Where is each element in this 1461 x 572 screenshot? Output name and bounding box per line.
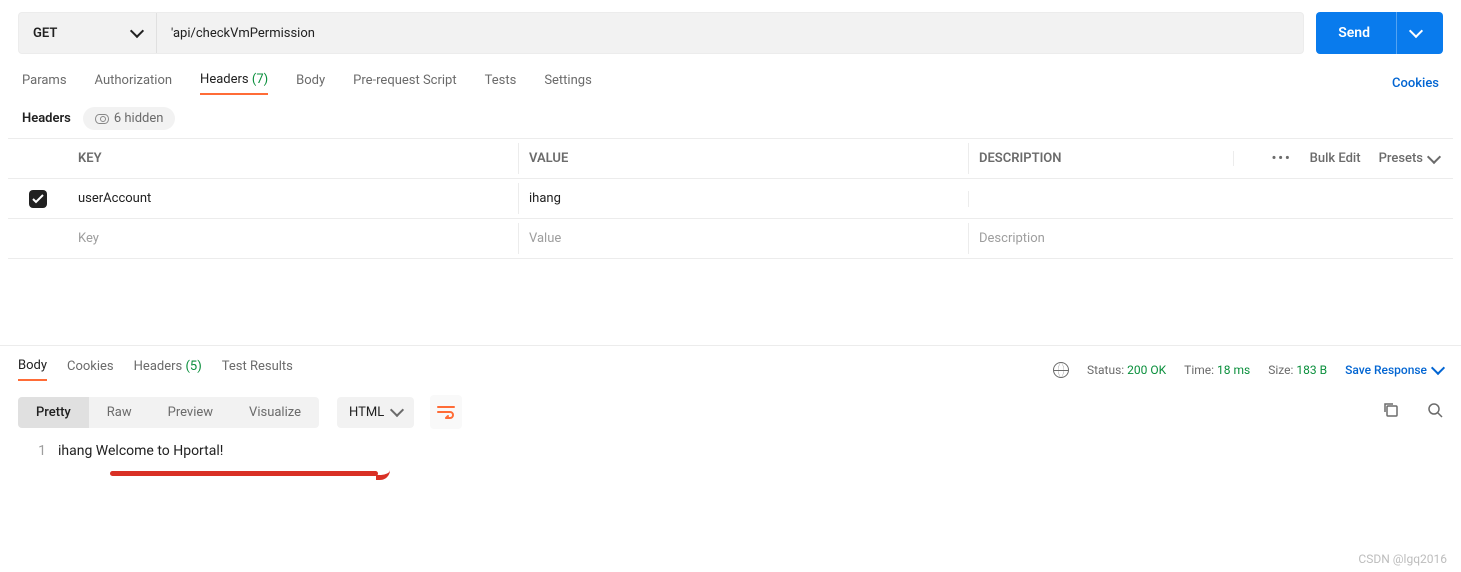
- response-tabs: Body Cookies Headers (5) Test Results St…: [18, 358, 1443, 381]
- size-block: Size: 183 B: [1268, 363, 1327, 377]
- wrap-lines-button[interactable]: [430, 395, 462, 429]
- hidden-headers-toggle[interactable]: 6 hidden: [83, 107, 176, 130]
- view-raw[interactable]: Raw: [89, 397, 150, 428]
- time-label: Time:: [1184, 363, 1214, 377]
- header-key-input[interactable]: userAccount: [68, 183, 518, 214]
- response-body: 1 ihang Welcome to Hportal!: [18, 443, 1443, 459]
- col-value: VALUE: [518, 143, 968, 174]
- presets-label: Presets: [1379, 151, 1423, 166]
- tab-authorization[interactable]: Authorization: [95, 73, 173, 94]
- line-number: 1: [18, 443, 58, 459]
- table-row: userAccount ihang: [8, 179, 1453, 219]
- tab-tests[interactable]: Tests: [485, 73, 517, 94]
- status-block: Status: 200 OK: [1087, 363, 1166, 377]
- url-text: 'api/checkVmPermission: [171, 26, 315, 41]
- size-value: 183 B: [1296, 363, 1327, 377]
- send-label: Send: [1338, 25, 1370, 41]
- method-label: GET: [33, 26, 57, 41]
- save-response-dropdown[interactable]: Save Response: [1345, 363, 1443, 377]
- resp-tab-cookies[interactable]: Cookies: [67, 359, 114, 380]
- send-button[interactable]: Send: [1316, 12, 1443, 54]
- request-tabs: Params Authorization Headers (7) Body Pr…: [22, 72, 1439, 95]
- col-key: KEY: [68, 143, 518, 174]
- annotation-underline: [110, 471, 378, 476]
- response-meta: Status: 200 OK Time: 18 ms Size: 183 B S…: [1053, 362, 1443, 378]
- chevron-down-icon: [390, 403, 404, 417]
- header-key-input[interactable]: Key: [68, 223, 518, 254]
- tab-headers-label: Headers: [200, 72, 249, 87]
- tab-headers[interactable]: Headers (7): [200, 72, 268, 95]
- more-icon[interactable]: •••: [1272, 151, 1292, 166]
- col-description: DESCRIPTION: [968, 143, 1233, 174]
- copy-icon[interactable]: [1383, 402, 1399, 422]
- resp-tab-body[interactable]: Body: [18, 358, 47, 381]
- tab-prerequest[interactable]: Pre-request Script: [353, 73, 456, 94]
- globe-icon[interactable]: [1053, 362, 1069, 378]
- send-caret[interactable]: [1396, 12, 1421, 54]
- status-label: Status:: [1087, 363, 1124, 377]
- tab-settings[interactable]: Settings: [544, 73, 591, 94]
- chevron-down-icon: [1409, 24, 1423, 38]
- format-select[interactable]: HTML: [337, 397, 414, 428]
- resp-tab-testresults[interactable]: Test Results: [222, 359, 293, 380]
- cookies-link[interactable]: Cookies: [1392, 76, 1439, 91]
- view-visualize[interactable]: Visualize: [231, 397, 319, 428]
- response-body-text[interactable]: ihang Welcome to Hportal!: [58, 443, 1443, 459]
- resp-tab-headers[interactable]: Headers (5): [134, 359, 202, 380]
- presets-dropdown[interactable]: Presets: [1379, 151, 1439, 166]
- headers-subbar: Headers 6 hidden: [22, 107, 1439, 130]
- chevron-down-icon: [1431, 360, 1445, 374]
- header-desc-input[interactable]: Description: [968, 223, 1233, 254]
- bulk-edit-link[interactable]: Bulk Edit: [1310, 151, 1361, 166]
- format-label: HTML: [349, 405, 384, 420]
- header-value-input[interactable]: Value: [518, 223, 968, 254]
- check-icon: [32, 194, 44, 204]
- url-input[interactable]: 'api/checkVmPermission: [157, 13, 1303, 53]
- hidden-count: 6 hidden: [114, 111, 164, 126]
- wrap-icon: [437, 405, 455, 419]
- tab-headers-count: (7): [252, 72, 268, 87]
- search-icon[interactable]: [1427, 402, 1443, 422]
- tab-body[interactable]: Body: [296, 73, 325, 94]
- header-desc-input[interactable]: [968, 191, 1233, 207]
- time-block: Time: 18 ms: [1184, 363, 1250, 377]
- row-checkbox[interactable]: [29, 190, 47, 208]
- status-value: 200 OK: [1127, 363, 1166, 377]
- chevron-down-icon: [1427, 149, 1441, 163]
- headers-table: KEY VALUE DESCRIPTION ••• Bulk Edit Pres…: [8, 138, 1453, 259]
- eye-icon: [95, 114, 109, 124]
- resp-tab-headers-count: (5): [185, 359, 201, 374]
- headers-table-head: KEY VALUE DESCRIPTION ••• Bulk Edit Pres…: [8, 139, 1453, 179]
- table-row-new: Key Value Description: [8, 219, 1453, 259]
- size-label: Size:: [1268, 363, 1293, 377]
- view-mode-segment: Pretty Raw Preview Visualize: [18, 397, 319, 428]
- resp-tab-headers-label: Headers: [134, 359, 183, 374]
- watermark: CSDN @lgq2016: [1358, 552, 1447, 566]
- tab-params[interactable]: Params: [22, 73, 67, 94]
- chevron-down-icon: [130, 24, 144, 38]
- body-toolbar: Pretty Raw Preview Visualize HTML: [18, 395, 1443, 429]
- time-value: 18 ms: [1217, 363, 1250, 377]
- headers-label: Headers: [22, 111, 71, 126]
- header-value-input[interactable]: ihang: [518, 183, 968, 214]
- view-preview[interactable]: Preview: [150, 397, 231, 428]
- save-response-label: Save Response: [1345, 363, 1427, 377]
- request-input-group: GET 'api/checkVmPermission: [18, 12, 1304, 54]
- view-pretty[interactable]: Pretty: [18, 397, 89, 428]
- method-select[interactable]: GET: [19, 13, 157, 53]
